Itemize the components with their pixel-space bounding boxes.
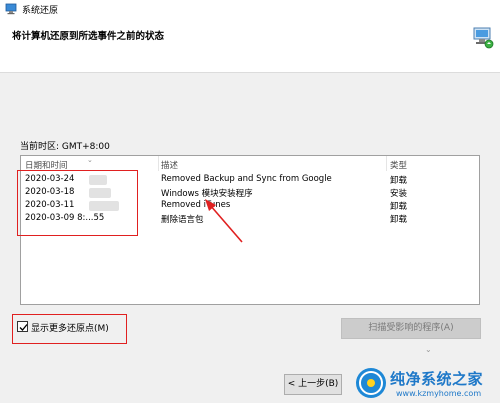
window-title: 系统还原 bbox=[22, 6, 59, 16]
wizard-header: 将计算机还原到所选事件之前的状态 bbox=[0, 18, 500, 73]
page-title: 将计算机还原到所选事件之前的状态 bbox=[12, 31, 165, 42]
list-header: 日期和时间 ⌄ 描述 类型 bbox=[21, 156, 479, 171]
column-header-description[interactable]: 描述 bbox=[161, 159, 178, 171]
row-type: 安装 bbox=[390, 189, 408, 199]
column-separator bbox=[158, 156, 159, 171]
watermark-logo-icon bbox=[356, 368, 386, 398]
row-type: 卸载 bbox=[390, 176, 408, 186]
chevron-down-icon: ⌄ bbox=[425, 345, 432, 354]
column-separator bbox=[386, 156, 387, 171]
system-restore-icon bbox=[5, 3, 17, 15]
date-highlight-box bbox=[17, 170, 138, 236]
row-type: 卸载 bbox=[390, 202, 408, 212]
timezone-label: 当前时区: GMT+8:00 bbox=[20, 142, 110, 152]
watermark-url: www.kzmyhome.com bbox=[396, 389, 482, 398]
site-watermark: 纯净系统之家 www.kzmyhome.com bbox=[356, 364, 500, 403]
restore-computer-icon bbox=[473, 27, 494, 49]
show-more-checkbox[interactable] bbox=[17, 321, 28, 332]
title-bar: 系统还原 bbox=[0, 0, 500, 18]
annotation-arrow-icon bbox=[205, 199, 243, 243]
column-header-type[interactable]: 类型 bbox=[390, 159, 407, 171]
scan-affected-programs-button[interactable]: 扫描受影响的程序(A) bbox=[341, 318, 481, 339]
checkmark-icon bbox=[19, 324, 28, 331]
row-type: 卸载 bbox=[390, 215, 408, 225]
back-button[interactable]: < 上一步(B) bbox=[284, 374, 342, 395]
watermark-title: 纯净系统之家 bbox=[390, 370, 484, 388]
row-description: 删除语言包 bbox=[161, 215, 204, 225]
sort-arrow-icon: ⌄ bbox=[87, 156, 93, 164]
show-more-label: 显示更多还原点(M) bbox=[31, 324, 109, 334]
row-description: Removed Backup and Sync from Google bbox=[161, 174, 332, 184]
